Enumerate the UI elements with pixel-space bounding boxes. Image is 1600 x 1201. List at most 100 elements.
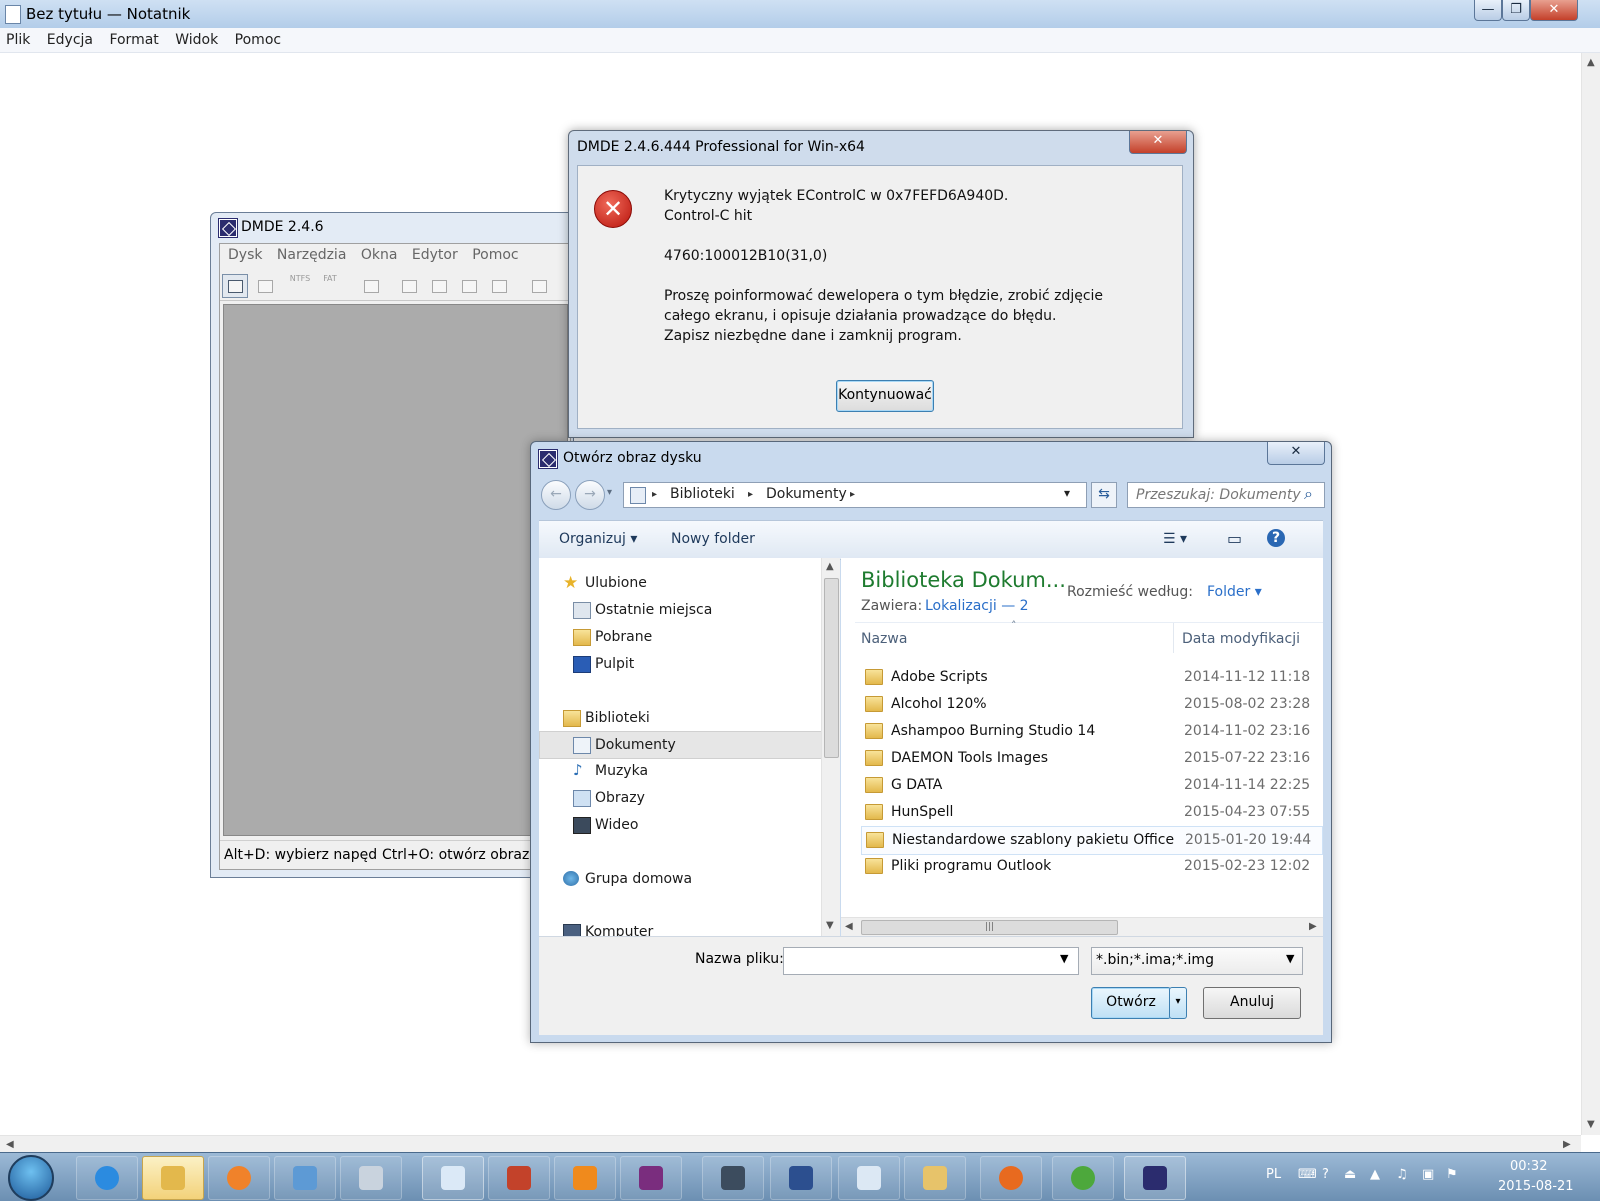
notepad-titlebar[interactable]: Bez tytułu — Notatnik — ❐ ✕ (0, 0, 1600, 28)
scroll-up-arrow-icon[interactable]: ▲ (826, 561, 834, 572)
clock-date[interactable]: 2015-08-21 (1498, 1179, 1574, 1194)
nav-item-ulubione[interactable]: ★ Ulubione (539, 570, 829, 596)
taskbar-floppy-save-icon[interactable] (770, 1156, 832, 1200)
notepad-vertical-scrollbar[interactable]: ▲ ▼ (1581, 53, 1600, 1135)
notepad-menu-plik[interactable]: Plik (6, 28, 30, 52)
scroll-right-arrow-icon[interactable]: ▶ (1309, 921, 1317, 932)
file-row[interactable]: Pliki programu Outlook 2015-02-23 12:02 (861, 853, 1321, 880)
list-view-tool-icon[interactable] (426, 274, 452, 298)
arrange-by-dropdown[interactable]: Folder ▾ (1207, 584, 1262, 600)
address-dropdown-icon[interactable]: ▾ (1064, 486, 1070, 500)
taskbar-control-panel-icon[interactable] (274, 1156, 336, 1200)
recent-locations-chevron-icon[interactable]: ▾ (607, 487, 612, 498)
refresh-icon[interactable]: ⇆ (1091, 482, 1117, 508)
breadcrumb-dokumenty[interactable]: Dokumenty (766, 486, 847, 502)
file-list-horizontal-scrollbar[interactable]: ◀ ||| ▶ (841, 917, 1323, 936)
nav-item-pulpit[interactable]: Pulpit (539, 651, 829, 677)
error-dialog-close-button[interactable]: ✕ (1129, 131, 1187, 154)
nav-item-muzyka[interactable]: ♪ Muzyka (539, 758, 829, 784)
scroll-thumb[interactable] (824, 578, 839, 758)
library-locations-link[interactable]: Lokalizacji — 2 (925, 598, 1029, 614)
file-row[interactable]: HunSpell 2015-04-23 07:55 (861, 799, 1321, 826)
notepad-menu-pomoc[interactable]: Pomoc (235, 28, 281, 52)
filename-dropdown-icon[interactable]: ▼ (1060, 952, 1068, 965)
volume-icon[interactable]: ♫ (1396, 1167, 1408, 1182)
notepad-close-button[interactable]: ✕ (1530, 0, 1578, 21)
taskbar-firefox-icon[interactable] (980, 1156, 1042, 1200)
network-icon[interactable]: ▣ (1422, 1167, 1434, 1182)
forward-button[interactable]: → (575, 480, 605, 510)
nav-item-dokumenty[interactable]: Dokumenty (539, 731, 831, 759)
details-view-tool-icon[interactable] (456, 274, 482, 298)
nav-item-pobrane[interactable]: Pobrane (539, 624, 829, 650)
open-options-dropdown-icon[interactable]: ▾ (1169, 987, 1187, 1019)
nav-item-grupa-domowa[interactable]: Grupa domowa (539, 866, 829, 892)
column-divider[interactable] (1173, 623, 1174, 653)
open-dialog-close-button[interactable]: ✕ (1267, 442, 1325, 465)
select-drive-tool-icon[interactable] (222, 274, 248, 298)
new-file-tool-icon[interactable] (358, 274, 384, 298)
file-row[interactable]: G DATA 2014-11-14 22:25 (861, 772, 1321, 799)
file-row[interactable]: Alcohol 120% 2015-08-02 23:28 (861, 691, 1321, 718)
notepad-menu-widok[interactable]: Widok (175, 28, 218, 52)
taskbar-utorrent-icon[interactable] (1052, 1156, 1114, 1200)
file-row[interactable]: DAEMON Tools Images 2015-07-22 23:16 (861, 745, 1321, 772)
search-tool-icon[interactable] (486, 274, 512, 298)
cancel-button[interactable]: Anuluj (1203, 987, 1301, 1019)
scroll-down-arrow-icon[interactable]: ▼ (826, 920, 834, 931)
taskbar-paint-icon[interactable] (904, 1156, 966, 1200)
taskbar-winrar-books-icon[interactable] (488, 1156, 550, 1200)
recovery-tool-icon[interactable] (526, 274, 552, 298)
help-icon[interactable]: ? (1267, 529, 1285, 547)
taskbar-internet-explorer-icon[interactable] (76, 1156, 138, 1200)
language-indicator[interactable]: PL (1266, 1167, 1281, 1182)
fat-tool-button[interactable]: FAT (318, 274, 342, 283)
breadcrumb-biblioteki[interactable]: Biblioteki (670, 486, 735, 502)
scroll-down-arrow-icon[interactable]: ▼ (1587, 1119, 1595, 1130)
column-header-date[interactable]: Data modyfikacji (1182, 631, 1300, 647)
action-center-flag-icon[interactable]: ⚑ (1446, 1167, 1458, 1182)
taskbar-notepad-icon[interactable] (422, 1156, 484, 1200)
help-tray-icon[interactable]: ? (1322, 1167, 1329, 1182)
notepad-maximize-button[interactable]: ❐ (1502, 0, 1530, 21)
taskbar-explorer-icon[interactable] (142, 1156, 204, 1200)
nav-item-komputer[interactable]: Komputer (539, 919, 829, 936)
nav-item-obrazy[interactable]: Obrazy (539, 785, 829, 811)
continue-button[interactable]: Kontynuować (836, 380, 934, 412)
new-folder-button[interactable]: Nowy folder (671, 531, 755, 547)
taskbar-network-monitor-icon[interactable] (702, 1156, 764, 1200)
address-bar[interactable]: ▸ Biblioteki ▸ Dokumenty ▸ ▾ (623, 482, 1087, 508)
taskbar-photo-viewer-icon[interactable] (838, 1156, 900, 1200)
file-row[interactable]: Ashampoo Burning Studio 14 2014-11-02 23… (861, 718, 1321, 745)
taskbar-media-player-icon[interactable] (208, 1156, 270, 1200)
nav-item-ostatnie-miejsca[interactable]: Ostatnie miejsca (539, 597, 829, 623)
keyboard-icon[interactable]: ⌨ (1298, 1167, 1317, 1182)
notepad-menu-format[interactable]: Format (109, 28, 158, 52)
search-input[interactable]: Przeszukaj: Dokumenty ⌕ (1127, 482, 1325, 508)
organize-button[interactable]: Organizuj ▾ (559, 531, 637, 547)
file-type-dropdown-icon[interactable]: ▼ (1286, 952, 1294, 965)
partitions-tool-icon[interactable] (252, 274, 278, 298)
back-button[interactable]: ← (541, 480, 571, 510)
usb-icon[interactable]: ⏏ (1344, 1167, 1356, 1182)
open-button[interactable]: Otwórz (1091, 987, 1171, 1019)
notepad-menu-edycja[interactable]: Edycja (47, 28, 93, 52)
scroll-left-arrow-icon[interactable]: ◀ (6, 1139, 14, 1150)
clock-time[interactable]: 00:32 (1510, 1159, 1547, 1174)
column-header-name[interactable]: Nazwa (861, 631, 907, 647)
taskbar-dmde-icon[interactable] (1124, 1156, 1186, 1200)
notepad-horizontal-scrollbar[interactable]: ◀ ▶ (0, 1135, 1581, 1153)
file-type-select[interactable]: *.bin;*.ima;*.img ▼ (1091, 947, 1303, 975)
scroll-left-arrow-icon[interactable]: ◀ (845, 921, 853, 932)
start-button[interactable] (8, 1155, 54, 1201)
tree-view-tool-icon[interactable] (396, 274, 422, 298)
scroll-thumb[interactable]: ||| (861, 920, 1118, 935)
show-hidden-icons-icon[interactable]: ▲ (1370, 1167, 1380, 1182)
nav-item-wideo[interactable]: Wideo (539, 812, 829, 838)
notepad-minimize-button[interactable]: — (1474, 0, 1502, 21)
dmde-menu-narzedzia[interactable]: Narzędzia (277, 244, 346, 266)
search-icon[interactable]: ⌕ (1304, 484, 1313, 504)
preview-pane-icon[interactable]: ▭ (1227, 529, 1242, 548)
nav-item-biblioteki[interactable]: Biblioteki (539, 705, 829, 731)
navigation-pane-scrollbar[interactable]: ▲ ▼ (821, 558, 840, 936)
